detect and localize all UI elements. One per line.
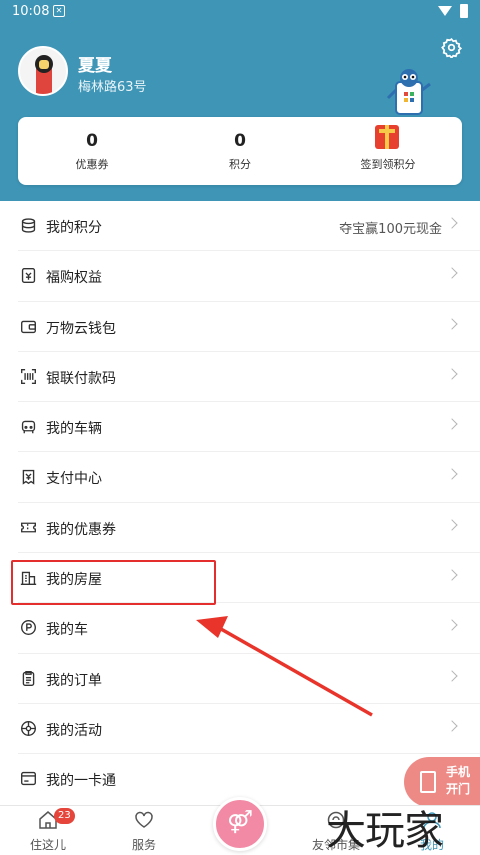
heart-icon [135,811,153,828]
status-time: 10:08 [12,4,50,19]
wallet-icon [21,320,36,333]
menu-label: 我的车辆 [46,421,102,438]
activity-icon [21,720,36,736]
coupon-count: 0 [86,131,98,151]
avatar[interactable] [18,46,68,96]
menu-item-my-coupons[interactable]: 我的优惠券 [18,503,480,554]
battery-icon [460,4,468,18]
parking-icon [21,620,36,636]
menu-item-my-car[interactable]: 我的车 [18,603,480,654]
gift-icon [375,125,399,149]
door-icon [420,771,436,793]
door-button-line1: 手机 [446,765,471,779]
points-count: 0 [234,131,246,151]
gear-icon[interactable] [441,37,462,58]
menu-item-activities[interactable]: 我的活动 [18,704,480,755]
menu-item-wallet[interactable]: 万物云钱包 [18,302,480,352]
chevron-right-icon [446,267,458,279]
chevron-right-icon [446,217,458,229]
menu-list: 我的积分 夺宝赢100元现金 福购权益 万物云钱包 银联付款码 我的车辆 支付中… [0,201,480,805]
tab-home[interactable]: 23 住这儿 [0,806,96,855]
menu-right-text: 夺宝赢100元现金 [339,222,442,237]
user-address: 梅林路63号 [78,80,147,95]
door-button-line2: 开门 [446,782,471,796]
chevron-right-icon [446,368,458,380]
payment-icon [22,470,35,486]
chevron-right-icon [446,468,458,481]
scan-icon [21,368,36,384]
menu-item-vehicles[interactable]: 我的车辆 [18,402,480,453]
chevron-right-icon [446,720,458,732]
points-label: 积分 [229,158,251,171]
center-tab-button[interactable]: ⚤ [213,797,267,851]
menu-label: 银联付款码 [46,370,116,387]
checkin-stat[interactable]: 签到领积分 [314,117,462,185]
notification-badge: 23 [54,808,75,824]
menu-item-benefits[interactable]: 福购权益 [18,251,480,302]
menu-label: 我的车 [46,622,88,639]
checkin-label: 签到领积分 [360,158,416,171]
wifi-icon [438,6,452,16]
chevron-right-icon [446,317,458,330]
menu-label: 我的优惠券 [46,521,116,538]
menu-item-orders[interactable]: 我的订单 [18,654,480,704]
menu-label: 我的一卡通 [46,773,116,790]
menu-label: 福购权益 [46,270,102,287]
menu-label: 我的积分 [46,220,102,236]
stats-card: 0 优惠券 0 积分 签到领积分 [18,117,462,185]
chevron-right-icon [446,670,458,682]
menu-label: 我的订单 [46,672,102,689]
menu-item-payment-center[interactable]: 支付中心 [18,452,480,503]
car-icon [21,420,36,434]
chevron-right-icon [446,519,458,531]
benefit-icon [21,268,36,284]
highlight-box [11,560,216,605]
coins-icon [21,218,36,233]
order-icon [22,670,35,686]
menu-item-unionpay-code[interactable]: 银联付款码 [18,352,480,403]
coupon-stat[interactable]: 0 优惠券 [18,117,166,185]
menu-item-points[interactable]: 我的积分 夺宝赢100元现金 [18,201,480,252]
chevron-right-icon [446,418,458,430]
chevron-right-icon [446,569,458,581]
points-stat[interactable]: 0 积分 [166,117,314,185]
menu-label: 万物云钱包 [46,320,116,337]
menu-label: 支付中心 [46,471,102,488]
ticket-icon [21,522,36,533]
user-name[interactable]: 夏夏 [78,51,112,76]
status-bar: 10:08 ✕ [0,0,480,24]
chevron-right-icon [446,619,458,632]
menu-label: 我的活动 [46,722,102,739]
card-icon [21,772,36,786]
tab-label: 服务 [131,838,156,852]
mascot-image [386,69,431,115]
center-tab-logo-icon: ⚤ [227,810,253,835]
watermark: 大玩家 [326,808,444,854]
coupon-label: 优惠券 [75,158,109,171]
notification-icon: ✕ [53,5,65,17]
tab-label: 住这儿 [29,838,66,852]
tab-services[interactable]: 服务 [96,806,192,855]
